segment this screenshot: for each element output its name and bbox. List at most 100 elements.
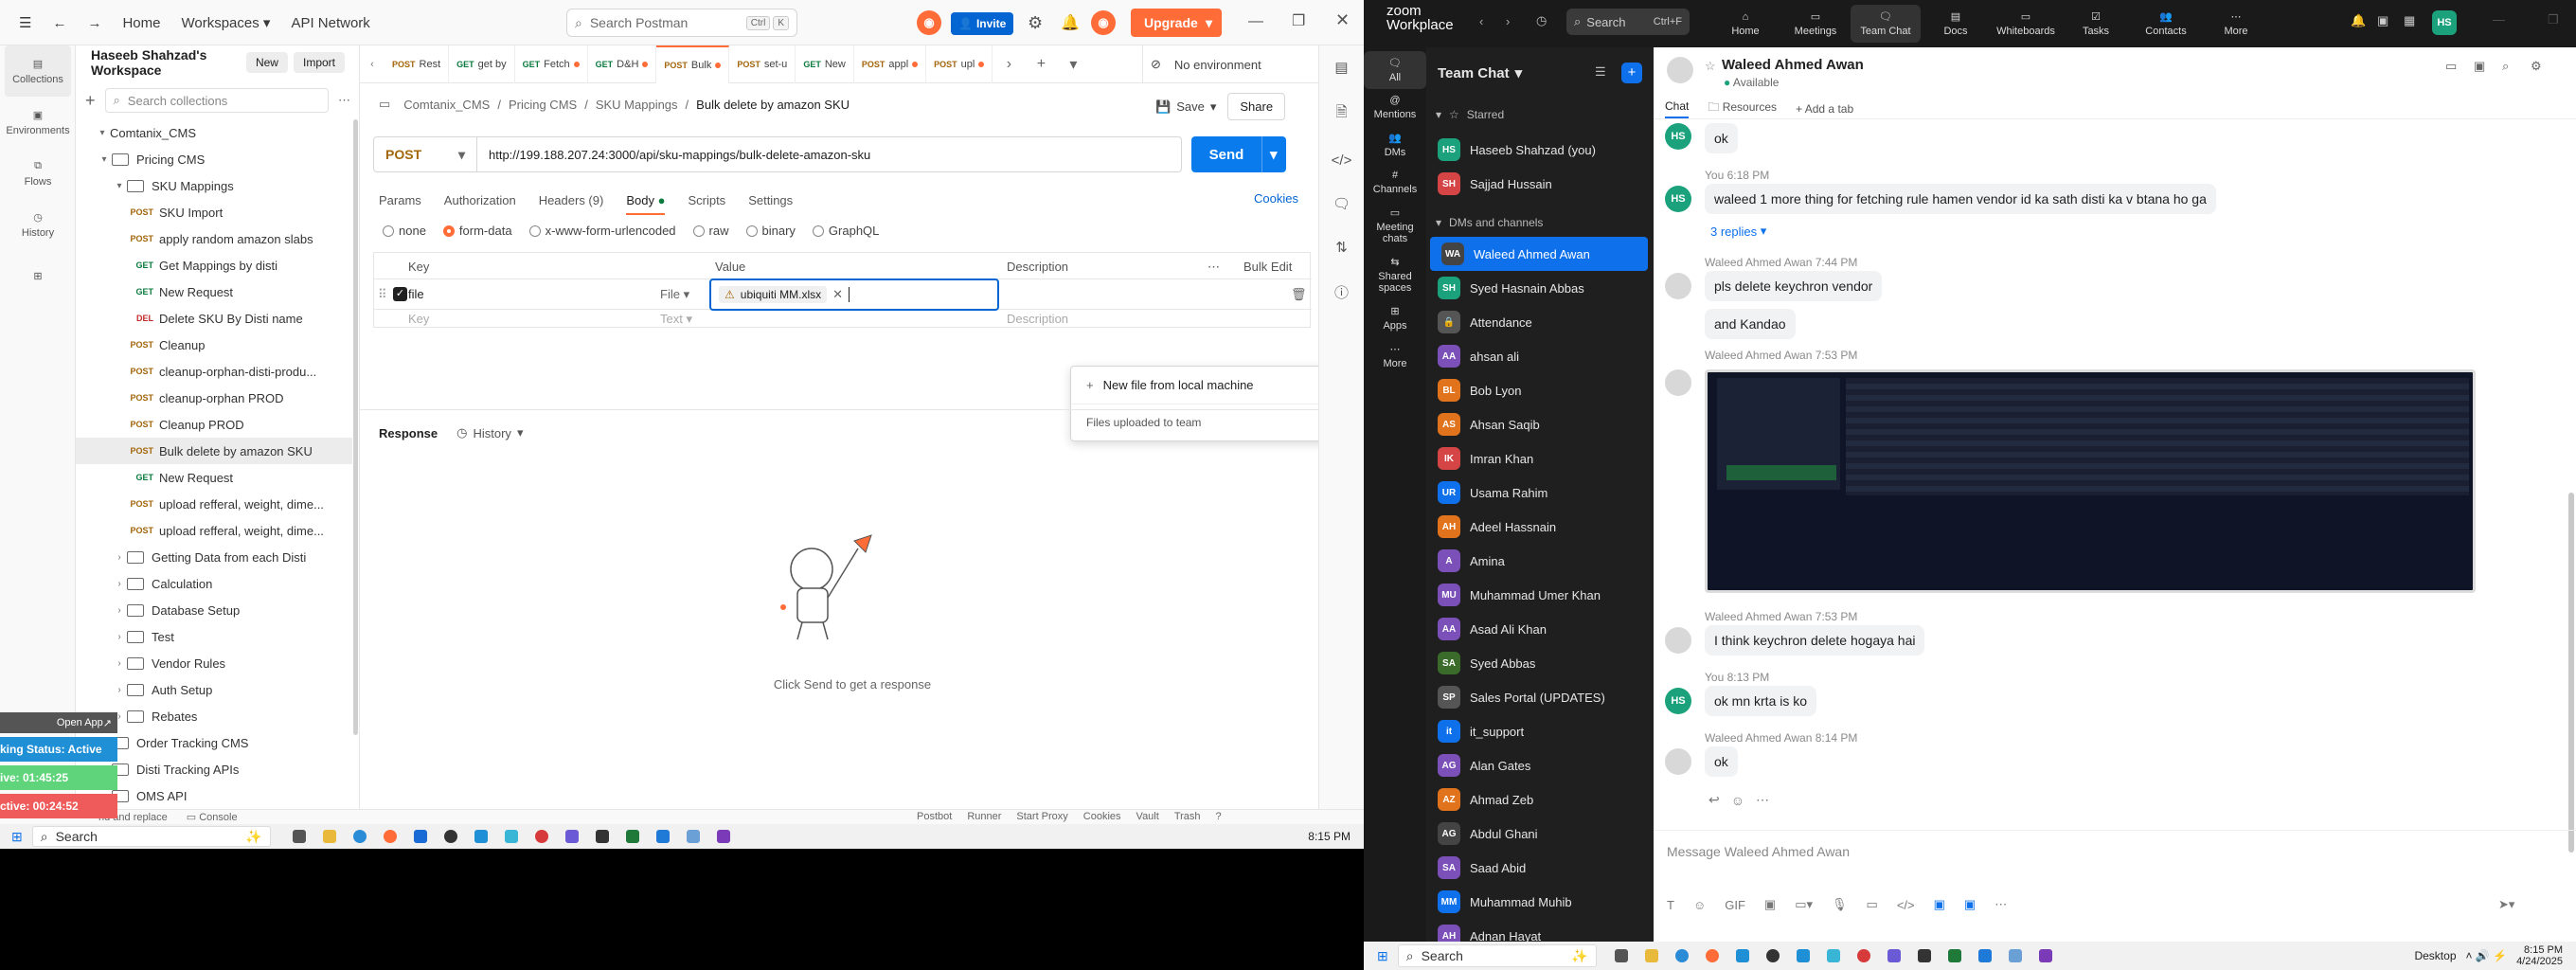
request-tab[interactable]: GET get by bbox=[449, 45, 515, 83]
windows-start-icon[interactable]: ⊞ bbox=[11, 829, 23, 845]
tree-request[interactable]: POST apply random amazon slabs bbox=[76, 225, 352, 252]
onenote-icon[interactable] bbox=[2038, 949, 2052, 962]
runner-link[interactable]: Runner bbox=[967, 811, 1001, 822]
method-select[interactable]: POST ▾ bbox=[373, 136, 477, 172]
chat-list-item[interactable]: SP Sales Portal (UPDATES) bbox=[1426, 680, 1654, 714]
radio-binary[interactable]: binary bbox=[745, 224, 796, 238]
request-tab[interactable]: GET New bbox=[796, 45, 854, 83]
message-bubble[interactable]: I think keychron delete hogaya hai bbox=[1705, 625, 1925, 656]
chat-list-item[interactable]: SH Syed Hasnain Abbas bbox=[1426, 271, 1654, 305]
new-button[interactable]: New bbox=[245, 52, 288, 73]
chat-scrollbar[interactable] bbox=[2568, 47, 2574, 864]
row-checkbox[interactable]: ✓ bbox=[393, 287, 407, 301]
notepad-icon[interactable] bbox=[2008, 949, 2022, 962]
collections-search[interactable]: ⌕ Search collections bbox=[104, 88, 329, 113]
tree-folder[interactable]: › Test bbox=[76, 623, 352, 650]
rail-more[interactable]: ⊞ bbox=[0, 250, 76, 301]
attach-icon[interactable]: ▭▾ bbox=[1795, 897, 1813, 912]
new-chat-button[interactable]: + bbox=[1621, 63, 1642, 83]
tree-request[interactable]: POST upload refferal, weight, dime... bbox=[76, 517, 352, 544]
code-icon[interactable]: </> bbox=[1332, 153, 1352, 169]
forward-icon[interactable]: › bbox=[1506, 14, 1510, 28]
message-bubble[interactable]: ok bbox=[1705, 746, 1738, 777]
tab-add[interactable]: + Add a tab bbox=[1796, 102, 1853, 116]
app-icon[interactable] bbox=[1826, 949, 1840, 962]
help-icon[interactable]: ? bbox=[1216, 811, 1222, 822]
emoji-icon[interactable]: ☺ bbox=[1731, 793, 1744, 808]
tree-request[interactable]: POST cleanup-orphan-disti-produ... bbox=[76, 358, 352, 385]
screen-share-icon[interactable]: ▣ bbox=[2474, 59, 2485, 74]
invite-button[interactable]: 👤 Invite bbox=[951, 12, 1014, 35]
type-select[interactable]: Text ▾ bbox=[660, 312, 692, 327]
request-tab[interactable]: POST Rest bbox=[385, 45, 450, 83]
maximize-icon[interactable]: ❐ bbox=[2548, 12, 2559, 27]
zoom-search[interactable]: ⌕ Search Ctrl+F bbox=[1566, 9, 1690, 35]
chevron-right-icon[interactable]: › bbox=[112, 552, 127, 563]
tab-params[interactable]: Params bbox=[379, 193, 421, 207]
cookies-status-link[interactable]: Cookies bbox=[1083, 811, 1121, 822]
chevron-down-icon[interactable]: ▾ bbox=[112, 181, 127, 191]
workspaces-menu[interactable]: Workspaces ▾ bbox=[181, 14, 270, 31]
tab-authorization[interactable]: Authorization bbox=[444, 193, 516, 207]
tree-request[interactable]: POST SKU Import bbox=[76, 199, 352, 225]
tree-folder[interactable]: › Calculation bbox=[76, 570, 352, 597]
app-icon[interactable] bbox=[1735, 949, 1749, 962]
environment-select[interactable]: No environment bbox=[1174, 58, 1261, 72]
request-tab[interactable]: POST appl bbox=[854, 45, 927, 83]
rail-more[interactable]: ⋯ More bbox=[1364, 337, 1426, 375]
proxy-link[interactable]: Start Proxy bbox=[1016, 811, 1067, 822]
chevron-right-icon[interactable]: › bbox=[112, 685, 127, 695]
history-icon[interactable]: ◷ bbox=[1536, 13, 1547, 28]
opera-icon[interactable] bbox=[1856, 949, 1870, 962]
more-icon[interactable]: ⋯ bbox=[1208, 260, 1220, 275]
bell-icon[interactable]: 🔔 bbox=[2351, 13, 2366, 28]
send-button[interactable]: Send ▾ bbox=[1191, 136, 1286, 172]
windows-start-icon[interactable]: ⊞ bbox=[1377, 948, 1388, 964]
nav-meetings[interactable]: ▭ Meetings bbox=[1780, 5, 1851, 43]
section-dms[interactable]: ▾ DMs and channels bbox=[1436, 216, 1543, 229]
message-bubble[interactable]: ok bbox=[1705, 123, 1738, 153]
upgrade-button[interactable]: Upgrade ▾ bbox=[1131, 9, 1222, 37]
request-tab-active[interactable]: POST Bulk bbox=[656, 45, 730, 83]
app-icon[interactable] bbox=[595, 830, 609, 843]
chat-title[interactable]: Waleed Ahmed Awan bbox=[1722, 57, 1864, 73]
screenshot-attachment[interactable] bbox=[1705, 369, 2476, 593]
postman-icon[interactable] bbox=[1705, 949, 1719, 962]
tray-icons[interactable]: ˄ 🔊 ⚡ bbox=[2466, 949, 2508, 962]
app-icon[interactable]: ▣ bbox=[1934, 897, 1945, 912]
radio-raw[interactable]: raw bbox=[692, 224, 729, 238]
message-bubble[interactable]: and Kandao bbox=[1705, 309, 1796, 339]
message-bubble[interactable]: waleed 1 more thing for fetching rule ha… bbox=[1705, 184, 2216, 214]
app-icon[interactable]: ▣ bbox=[1964, 897, 1976, 912]
vscode-icon[interactable] bbox=[1977, 949, 1992, 962]
tree-request[interactable]: POST cleanup-orphan PROD bbox=[76, 385, 352, 411]
rail-history[interactable]: ◷ History bbox=[0, 199, 76, 250]
nav-more[interactable]: ⋯ More bbox=[2201, 5, 2271, 43]
tab-chat[interactable]: Chat bbox=[1665, 99, 1690, 118]
app-icon[interactable] bbox=[1796, 949, 1810, 962]
tabs-left-icon[interactable]: ‹ bbox=[360, 59, 385, 70]
excel-icon[interactable] bbox=[1947, 949, 1961, 962]
tree-folder[interactable]: ▾ Pricing CMS bbox=[76, 146, 352, 172]
back-icon[interactable]: ‹ bbox=[1479, 14, 1483, 28]
chat-list-item[interactable]: AZ Ahmad Zeb bbox=[1426, 782, 1654, 817]
chevron-right-icon[interactable]: › bbox=[112, 605, 127, 616]
video-icon[interactable]: ▭ bbox=[2445, 59, 2457, 74]
rail-flows[interactable]: ⧉ Flows bbox=[0, 148, 76, 199]
chat-list-item[interactable]: MM Muhammad Muhib bbox=[1426, 885, 1654, 919]
reply-icon[interactable]: ↩ bbox=[1708, 792, 1720, 808]
request-tab[interactable]: POST set-u bbox=[729, 45, 796, 83]
tree-request[interactable]: POST Cleanup bbox=[76, 332, 352, 358]
value-file-input[interactable]: ⚠ ubiquiti MM.xlsx ✕ bbox=[709, 278, 999, 311]
share-button[interactable]: Share bbox=[1227, 93, 1286, 120]
task-view-icon[interactable] bbox=[292, 830, 306, 843]
chevron-down-icon[interactable]: ▾ bbox=[95, 128, 110, 138]
chat-list-item[interactable]: AH Adeel Hassnain bbox=[1426, 510, 1654, 544]
app-icon[interactable] bbox=[1887, 949, 1901, 962]
postman-icon[interactable] bbox=[383, 830, 397, 843]
tab-settings[interactable]: Settings bbox=[748, 193, 793, 207]
import-button[interactable]: Import bbox=[293, 52, 345, 73]
chevron-right-icon[interactable]: › bbox=[112, 632, 127, 642]
rail-apps[interactable]: ⊞ Apps bbox=[1364, 299, 1426, 337]
chrome-icon[interactable] bbox=[352, 830, 367, 843]
